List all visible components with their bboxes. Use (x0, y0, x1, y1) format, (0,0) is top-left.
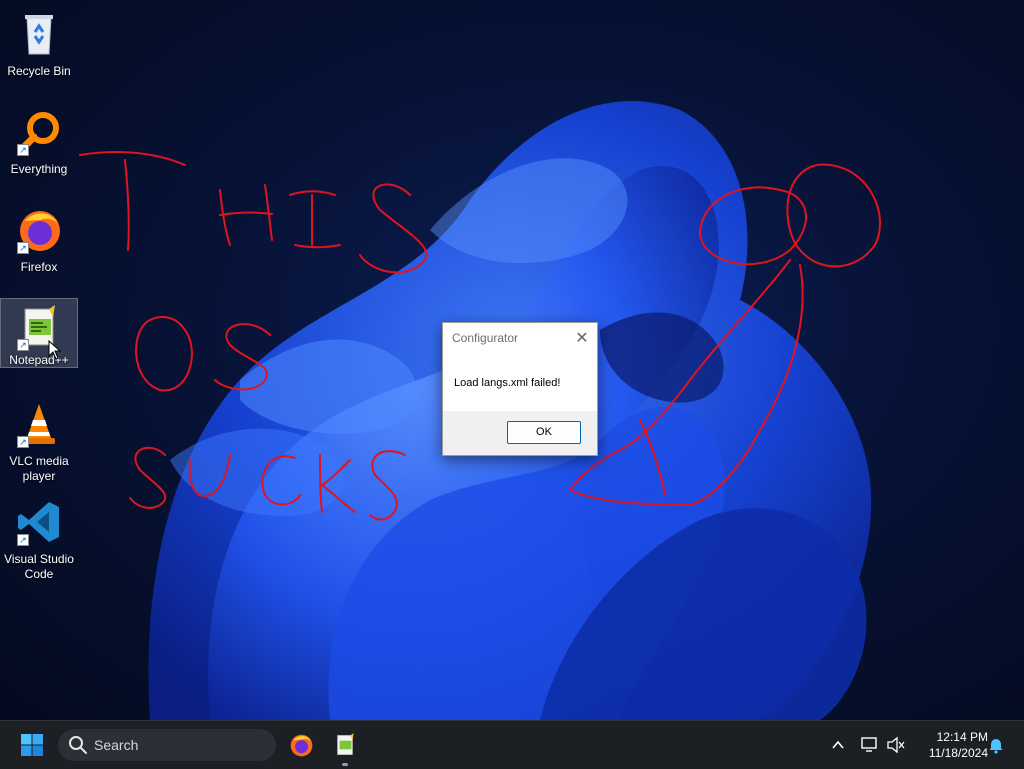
taskbar-app-notepad-plus-plus[interactable] (326, 721, 364, 769)
shortcut-arrow-icon: ↗ (17, 534, 29, 546)
desktop-icon-firefox[interactable]: ↗ Firefox (0, 202, 78, 280)
network-status-button[interactable] (858, 721, 882, 769)
clock-date: 11/18/2024 (928, 746, 988, 760)
running-indicator (342, 763, 348, 766)
dialog-body: Load langs.xml failed! (443, 353, 597, 411)
shortcut-arrow-icon: ↗ (17, 339, 29, 351)
volume-button[interactable] (884, 721, 908, 769)
desktop-icon-notepad-plus-plus[interactable]: ↗ Notepad++ (0, 298, 78, 368)
dialog-titlebar[interactable]: Configurator ✕ (443, 323, 597, 353)
firefox-icon: ↗ (15, 206, 63, 254)
desktop-icon-recycle-bin[interactable]: Recycle Bin (0, 6, 78, 84)
desktop-icon-label: VLC media player (9, 454, 69, 483)
chevron-up-icon (832, 740, 844, 749)
firefox-icon (290, 734, 313, 757)
configurator-dialog: Configurator ✕ Load langs.xml failed! OK (442, 322, 598, 456)
desktop-icon-label: Visual Studio Code (4, 552, 74, 581)
dialog-footer: OK (443, 411, 597, 453)
shortcut-arrow-icon: ↗ (17, 144, 29, 156)
close-icon[interactable]: ✕ (567, 323, 597, 353)
desktop-icon-label: Firefox (20, 260, 58, 274)
desktop-icon-label: Recycle Bin (7, 64, 71, 78)
taskbar-clock[interactable]: 12:14 PM 11/18/2024 (912, 729, 988, 761)
volume-muted-icon (887, 736, 905, 754)
network-icon (861, 737, 877, 752)
shortcut-arrow-icon: ↗ (17, 436, 29, 448)
desktop-icon-label: Everything (10, 162, 68, 176)
recycle-bin-icon (15, 10, 63, 58)
ok-button[interactable]: OK (507, 420, 581, 444)
search-icon (69, 736, 87, 754)
mouse-cursor-icon (48, 340, 62, 360)
vscode-icon: ↗ (15, 498, 63, 546)
search-label: Search (94, 737, 139, 753)
notepad-plus-plus-icon (337, 733, 354, 756)
taskbar-search-box[interactable]: Search (58, 729, 276, 761)
dialog-title: Configurator (452, 331, 519, 345)
shortcut-arrow-icon: ↗ (17, 242, 29, 254)
bell-icon (989, 739, 1003, 754)
everything-search-icon: ↗ (15, 108, 63, 156)
taskbar-app-firefox[interactable] (282, 721, 320, 769)
desktop-icon-everything[interactable]: ↗ Everything (0, 104, 78, 182)
desktop-icon-vlc[interactable]: ↗ VLC media player (0, 396, 78, 483)
taskbar: Search 12:14 PM 11/18/2024 (0, 720, 1024, 769)
notifications-button[interactable] (984, 721, 1008, 769)
windows-logo-icon (21, 734, 43, 756)
desktop-icon-vscode[interactable]: ↗ Visual Studio Code (0, 494, 78, 581)
desktop[interactable]: Recycle Bin ↗ Everything ↗ Firefox ↗ Not… (0, 0, 1024, 720)
clock-time: 12:14 PM (936, 730, 988, 744)
start-button[interactable] (12, 721, 52, 769)
dialog-message: Load langs.xml failed! (454, 377, 561, 389)
vlc-cone-icon: ↗ (15, 400, 63, 448)
show-hidden-icons-button[interactable] (826, 721, 850, 769)
